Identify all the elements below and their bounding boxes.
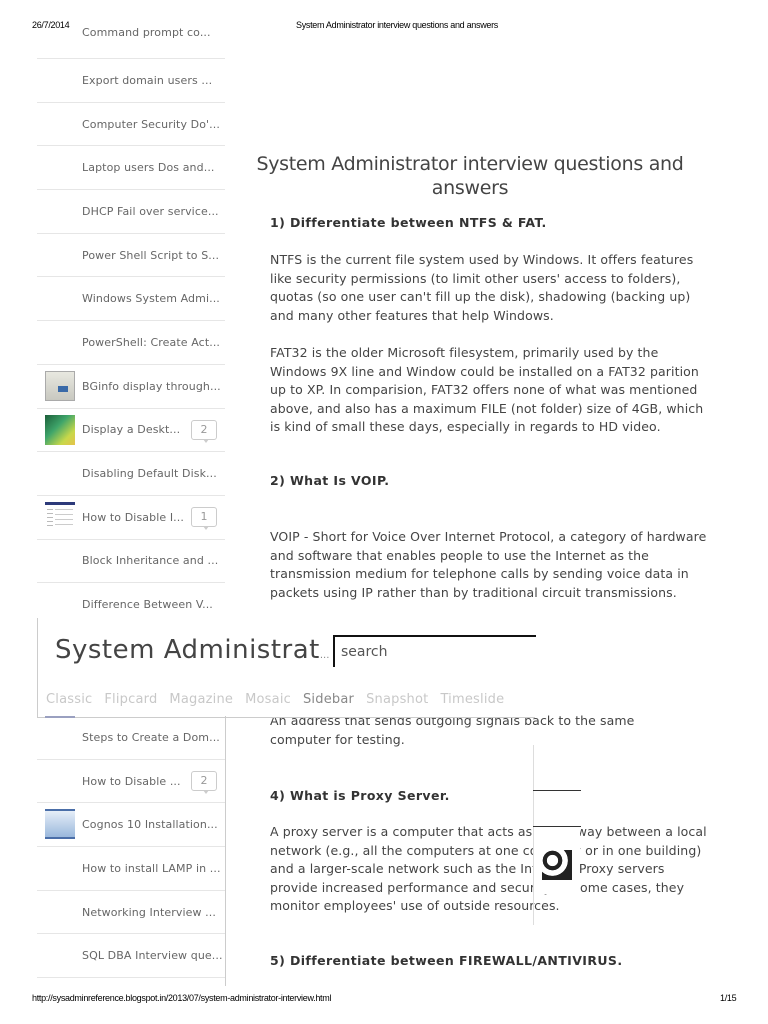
- question-2-heading: 2) What Is VOIP.: [270, 473, 390, 488]
- print-url: http://sysadminreference.blogspot.in/201…: [32, 993, 332, 1003]
- sidebar-post-item[interactable]: Cognos 10 Installation...: [37, 803, 225, 848]
- search-input[interactable]: [335, 637, 536, 667]
- view-tab-magazine[interactable]: Magazine: [169, 692, 233, 707]
- blog-title[interactable]: System Administrat...: [55, 635, 329, 665]
- comment-count-badge[interactable]: 2: [191, 770, 217, 794]
- sidebar-post-title: PowerShell: Create Act...: [82, 335, 221, 349]
- blog-header: System Administrat... Classic Flipcard Mag…: [37, 618, 536, 718]
- print-doc-title: System Administrator interview questions…: [296, 20, 498, 30]
- sidebar-post-title: Computer Security Do'...: [82, 117, 220, 131]
- question-1-paragraph-2: FAT32 is the older Microsoft filesystem,…: [270, 345, 704, 434]
- sidebar-post-item[interactable]: Steps to Create a Dom...: [37, 716, 225, 760]
- post-thumbnail[interactable]: [45, 809, 75, 840]
- sidebar-post-title: Networking Interview ...: [82, 905, 216, 919]
- sidebar-post-title: How to Disable I...: [82, 510, 184, 524]
- question-5-heading: 5) Differentiate between FIREWALL/ANTIVI…: [270, 953, 623, 968]
- view-tab-sidebar[interactable]: Sidebar: [303, 692, 354, 707]
- search-box[interactable]: [333, 635, 536, 667]
- question-1-heading: 1) Differentiate between NTFS & FAT.: [270, 215, 547, 230]
- post-thumbnail[interactable]: [45, 414, 75, 445]
- sidebar-post-item[interactable]: Windows System Admi...: [37, 277, 225, 322]
- sidebar-post-item[interactable]: Display a Deskt... 2: [37, 409, 225, 453]
- sidebar-post-item[interactable]: Block Inheritance and ...: [37, 540, 225, 584]
- question-1-paragraph-1: NTFS is the current file system used by …: [270, 252, 694, 323]
- sidebar-post-item[interactable]: How to Disable I... 1: [37, 496, 225, 540]
- sidebar-post-item[interactable]: PowerShell: Create Act...: [37, 321, 225, 365]
- sidebar-post-title: Cognos 10 Installation...: [82, 818, 218, 832]
- overlay-border: [533, 745, 534, 925]
- view-tab-flipcard[interactable]: Flipcard: [104, 692, 157, 707]
- article-title: System Administrator interview questions…: [256, 153, 684, 199]
- sidebar-post-title: How to install LAMP in ...: [82, 861, 221, 875]
- sidebar-post-title: How to Disable ...: [82, 774, 181, 788]
- sidebar-post-title: DHCP Fail over service...: [82, 204, 219, 218]
- sidebar-post-title: Difference Between V...: [82, 598, 213, 612]
- post-thumbnail[interactable]: [45, 716, 75, 726]
- print-page-number: 1/15: [720, 993, 737, 1003]
- comment-count-badge[interactable]: 2: [191, 419, 217, 443]
- sidebar-post-item[interactable]: SQL DBA Interview que...: [37, 934, 225, 979]
- sidebar-post-title: Windows System Admi...: [82, 292, 220, 306]
- view-tab-snapshot[interactable]: Snapshot: [366, 692, 428, 707]
- sidebar-post-item[interactable]: Export domain users ...: [37, 59, 225, 103]
- print-date: 26/7/2014: [32, 20, 70, 30]
- sidebar-post-title: Block Inheritance and ...: [82, 554, 219, 568]
- overlay-underline: [533, 826, 581, 827]
- blog-title-ellipsis: ...: [319, 650, 330, 661]
- post-thumbnail[interactable]: [45, 501, 75, 532]
- sidebar-post-item[interactable]: How to Disable ... 2: [37, 760, 225, 804]
- print-footer: http://sysadminreference.blogspot.in/201…: [0, 993, 768, 1005]
- sidebar-post-item[interactable]: Laptop users Dos and...: [37, 146, 225, 191]
- sidebar-post-item[interactable]: How to install LAMP in ...: [37, 847, 225, 891]
- sidebar-post-item[interactable]: DHCP Fail over service...: [37, 190, 225, 234]
- sidebar-post-item[interactable]: Command prompt co...: [37, 26, 225, 59]
- view-tab-timeslide[interactable]: Timeslide: [440, 692, 504, 707]
- view-tab-classic[interactable]: Classic: [46, 692, 92, 707]
- blog-title-text: System Administrat: [55, 635, 320, 665]
- sidebar-post-title: Command prompt co...: [82, 26, 211, 39]
- sidebar-post-title: Laptop users Dos and...: [82, 161, 215, 175]
- sidebar-post-title: SQL DBA Interview que...: [82, 949, 223, 963]
- question-2-paragraph: VOIP - Short for Voice Over Internet Pro…: [270, 529, 707, 600]
- sidebar-post-list: Command prompt co... Export domain users …: [37, 26, 225, 627]
- sidebar-post-item[interactable]: Power Shell Script to S...: [37, 234, 225, 278]
- view-tabs: Classic Flipcard Magazine Mosaic Sidebar Snap…: [46, 692, 516, 707]
- question-4-paragraph: A proxy server is a computer that acts a…: [270, 824, 707, 913]
- sidebar-post-title: Steps to Create a Dom...: [82, 730, 220, 744]
- sidebar-post-list-continued: Steps to Create a Dom... How to Disable .…: [37, 716, 226, 986]
- sidebar-post-title: BGinfo display through...: [82, 379, 221, 393]
- question-4-heading: 4) What is Proxy Server.: [270, 788, 450, 803]
- overlay-underline: [533, 790, 581, 791]
- sidebar-post-item[interactable]: Computer Security Do'...: [37, 103, 225, 147]
- post-thumbnail[interactable]: [45, 370, 75, 401]
- view-tab-mosaic[interactable]: Mosaic: [245, 692, 291, 707]
- sidebar-post-item[interactable]: BGinfo display through...: [37, 365, 225, 409]
- comment-count-badge[interactable]: 1: [191, 506, 217, 530]
- avatar-image[interactable]: [542, 850, 572, 880]
- sidebar-post-title: Display a Deskt...: [82, 423, 181, 437]
- sidebar-post-title: Power Shell Script to S...: [82, 248, 220, 262]
- sidebar-post-title: Disabling Default Disk...: [82, 467, 217, 481]
- sidebar-post-item[interactable]: Disabling Default Disk...: [37, 452, 225, 496]
- sidebar-post-title: Export domain users ...: [82, 73, 213, 87]
- sidebar-post-item[interactable]: Networking Interview ...: [37, 891, 225, 935]
